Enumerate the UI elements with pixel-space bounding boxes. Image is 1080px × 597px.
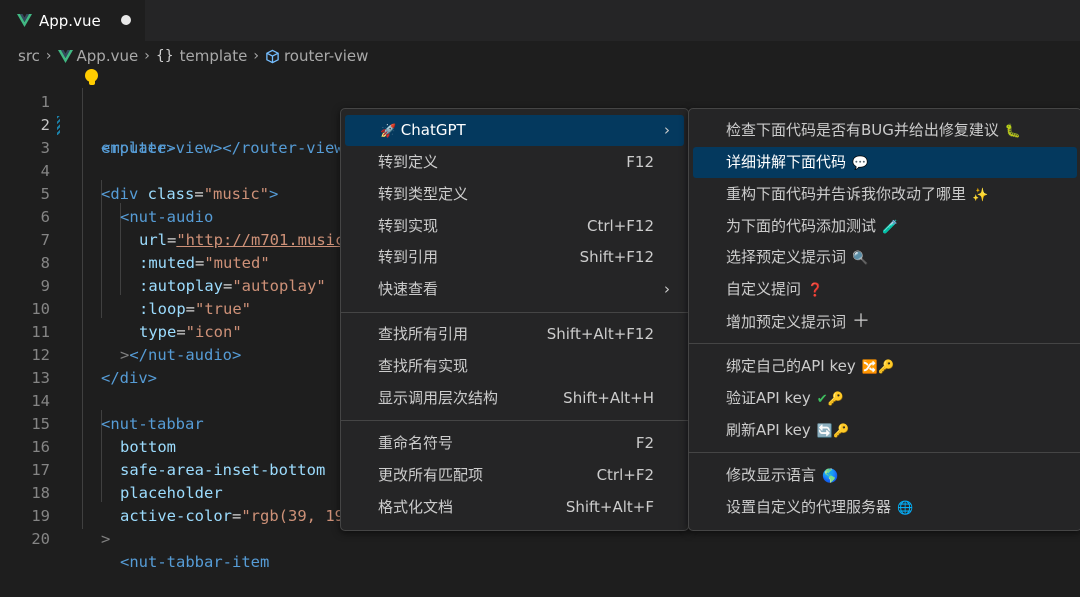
rocket-icon: 🚀 (380, 124, 397, 139)
submenu-item-set-proxy[interactable]: 设置自定义的代理服务器 🌐 (693, 492, 1077, 523)
menu-item-label: 格式化文档 (378, 498, 454, 516)
code-line: 1 emplate> (0, 68, 1080, 157)
lightbulb-icon[interactable] (85, 69, 98, 85)
menu-item-label: 转到定义 (378, 153, 439, 171)
submenu-item-refresh-api-key[interactable]: 刷新API key 🔄🔑 (693, 415, 1077, 446)
breadcrumb: src › App.vue › {} template › router-vie… (0, 41, 1080, 71)
plus-icon: ＋ (852, 311, 871, 332)
menu-item-label: 查找所有实现 (378, 357, 469, 375)
menu-item-chatgpt[interactable]: 🚀 ChatGPT › (345, 115, 684, 146)
menu-item-label: 快速查看 (378, 280, 439, 298)
tab-app-vue[interactable]: App.vue (0, 0, 145, 41)
code-text: <nut-tabbar-item (120, 553, 270, 571)
submenu-item-add-prompt[interactable]: 增加预定义提示词 ＋ (693, 306, 1077, 337)
code-text: > (101, 530, 111, 548)
cube-icon (266, 49, 279, 63)
shortcut-label: Shift+Alt+F (565, 498, 654, 516)
menu-item-label: 增加预定义提示词 (726, 313, 847, 331)
menu-item-label: 刷新API key (726, 421, 811, 439)
menu-item-label: 为下面的代码添加测试 (726, 217, 877, 235)
menu-item-label: 转到引用 (378, 248, 439, 266)
tab-filename: App.vue (39, 11, 101, 30)
submenu-item-bind-api-key[interactable]: 绑定自己的API key 🔀🔑 (693, 351, 1077, 382)
speech-bubble-icon: 💬 (852, 156, 869, 171)
check-key-icon: ✔🔑 (816, 392, 844, 407)
menu-item-find-all-references[interactable]: 查找所有引用 Shift+Alt+F12 (345, 319, 684, 350)
vue-file-icon (57, 49, 73, 63)
breadcrumb-src[interactable]: src (18, 47, 40, 65)
submenu-item-explain-code[interactable]: 详细讲解下面代码 💬 (693, 147, 1077, 178)
submenu-item-verify-api-key[interactable]: 验证API key ✔🔑 (693, 383, 1077, 414)
submenu-item-check-bugs[interactable]: 检查下面代码是否有BUG并给出修复建议 🐛 (693, 115, 1077, 146)
globe-mesh-icon: 🌐 (897, 501, 914, 516)
menu-item-find-all-implementations[interactable]: 查找所有实现 (345, 351, 684, 382)
submenu-item-refactor-code[interactable]: 重构下面代码并告诉我你改动了哪里 ✨ (693, 179, 1077, 210)
menu-item-label: 检查下面代码是否有BUG并给出修复建议 (726, 121, 999, 139)
menu-item-go-to-definition[interactable]: 转到定义 F12 (345, 147, 684, 178)
menu-item-label: 转到类型定义 (378, 185, 469, 203)
submenu-item-add-tests[interactable]: 为下面的代码添加测试 🧪 (693, 211, 1077, 242)
shortcut-label: Ctrl+F12 (587, 217, 654, 235)
chevron-right-icon: › (45, 48, 52, 64)
vue-file-icon (17, 14, 32, 27)
menu-item-label: 重命名符号 (378, 434, 454, 452)
menu-item-label: 选择预定义提示词 (726, 248, 847, 266)
menu-item-label: 重构下面代码并告诉我你改动了哪里 (726, 185, 967, 203)
chevron-right-icon: › (253, 48, 259, 64)
menu-item-label: 更改所有匹配项 (378, 466, 484, 484)
menu-separator (689, 452, 1080, 453)
menu-item-label: 查找所有引用 (378, 325, 469, 343)
menu-item-label: 详细讲解下面代码 (726, 153, 847, 171)
menu-item-label: 显示调用层次结构 (378, 389, 499, 407)
globe-icon: 🌎 (822, 469, 839, 484)
braces-icon: {} (155, 48, 174, 64)
menu-separator (341, 420, 688, 421)
shortcut-label: Shift+F12 (579, 248, 654, 266)
menu-separator (689, 343, 1080, 344)
breadcrumb-router-view[interactable]: router-view (284, 47, 368, 65)
editor-tab-bar: App.vue (0, 0, 1080, 41)
breadcrumb-template[interactable]: template (180, 47, 248, 65)
line-number: 20 (31, 530, 50, 548)
unsaved-dot-icon[interactable] (121, 15, 131, 25)
shortcut-label: F12 (626, 153, 654, 171)
submenu-item-select-prompt[interactable]: 选择预定义提示词 🔍 (693, 242, 1077, 273)
bug-icon: 🐛 (1004, 124, 1022, 139)
menu-item-label: 自定义提问 (726, 280, 802, 298)
chevron-right-icon: › (664, 121, 670, 139)
menu-item-label: 修改显示语言 (726, 466, 817, 484)
breadcrumb-app-vue[interactable]: App.vue (77, 47, 139, 65)
question-mark-icon: ❓ (807, 283, 824, 298)
submenu-item-custom-question[interactable]: 自定义提问 ❓ (693, 274, 1077, 305)
menu-item-label: ChatGPT (400, 121, 466, 139)
menu-item-go-to-references[interactable]: 转到引用 Shift+F12 (345, 242, 684, 273)
menu-item-format-document[interactable]: 格式化文档 Shift+Alt+F (345, 492, 684, 523)
menu-item-label: 验证API key (726, 389, 811, 407)
shortcut-label: Shift+Alt+F12 (546, 325, 654, 343)
magic-wand-icon: ✨ (972, 188, 989, 203)
shuffle-key-icon: 🔀🔑 (861, 360, 895, 375)
menu-item-label: 转到实现 (378, 217, 439, 235)
magnifier-icon: 🔍 (852, 251, 869, 266)
shortcut-label: Ctrl+F2 (596, 466, 654, 484)
refresh-key-icon: 🔄🔑 (816, 424, 850, 439)
menu-item-label: 绑定自己的API key (726, 357, 856, 375)
submenu-item-change-language[interactable]: 修改显示语言 🌎 (693, 460, 1077, 491)
menu-item-change-all-occurrences[interactable]: 更改所有匹配项 Ctrl+F2 (345, 460, 684, 491)
shortcut-label: F2 (635, 434, 654, 452)
menu-item-show-call-hierarchy[interactable]: 显示调用层次结构 Shift+Alt+H (345, 383, 684, 414)
menu-item-label: 设置自定义的代理服务器 (726, 498, 892, 516)
menu-item-rename-symbol[interactable]: 重命名符号 F2 (345, 428, 684, 459)
shortcut-label: Shift+Alt+H (563, 389, 654, 407)
context-menu: 🚀 ChatGPT › 转到定义 F12 转到类型定义 转到实现 Ctrl+F1… (340, 108, 689, 531)
chatgpt-submenu: 检查下面代码是否有BUG并给出修复建议 🐛 详细讲解下面代码 💬 重构下面代码并告诉… (688, 108, 1080, 531)
menu-separator (341, 312, 688, 313)
test-tube-icon: 🧪 (882, 220, 899, 235)
chevron-right-icon: › (144, 48, 150, 64)
menu-item-go-to-implementation[interactable]: 转到实现 Ctrl+F12 (345, 211, 684, 242)
chevron-right-icon: › (664, 280, 670, 298)
menu-item-peek[interactable]: 快速查看 › (345, 274, 684, 305)
menu-item-go-to-type-definition[interactable]: 转到类型定义 (345, 179, 684, 210)
